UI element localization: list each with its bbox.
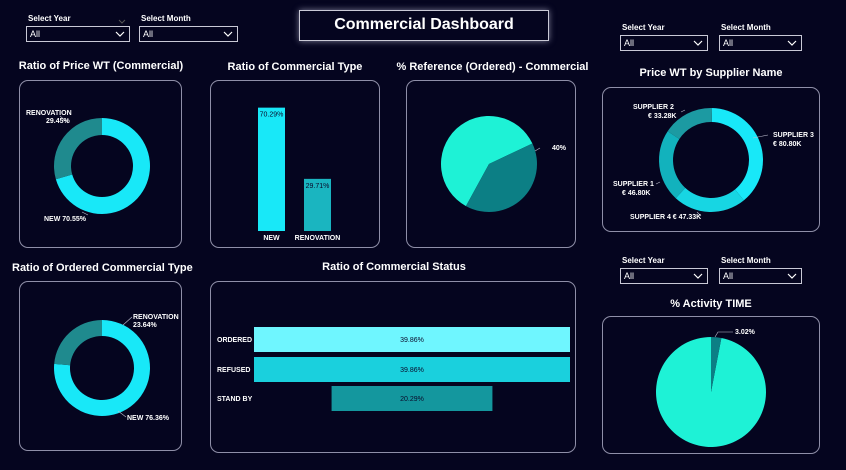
price-ratio-card: RENOVATION 29.45% NEW 70.55%: [19, 80, 182, 248]
chart-title: Ratio of Price WT (Commercial): [18, 60, 184, 72]
supplier-value-label: € 80.80K: [773, 141, 801, 148]
year-filter-label: Select Year: [622, 256, 665, 265]
supplier-value-label: € 33.28K: [648, 113, 676, 120]
activity-time-pie-chart: 3.02%: [656, 329, 766, 447]
ordered-type-card: RENOVATION 23.64% NEW 76.36%: [19, 281, 182, 451]
bar-value-label: 20.29%: [400, 396, 424, 403]
supplier-name-label: SUPPLIER 2: [633, 104, 674, 111]
leader-line: [714, 331, 733, 338]
commercial-type-bar-chart: 70.29% NEW 29.71% RENOVATION: [258, 107, 341, 242]
supplier-name-label: SUPPLIER 3: [773, 132, 814, 139]
supplier-price-card: SUPPLIER 3 € 80.80K SUPPLIER 4 € 47.33K SUP…: [602, 87, 820, 232]
chevron-down-icon: [787, 40, 797, 46]
category-label: STAND BY: [217, 396, 253, 403]
slice-label: RENOVATION: [26, 110, 72, 117]
month-select-value: All: [723, 38, 734, 48]
category-label: REFUSED: [217, 367, 250, 374]
chevron-down-icon: [118, 12, 126, 24]
year-filter-label: Select Year: [28, 14, 71, 23]
slice-label: NEW 76.36%: [127, 415, 170, 422]
chart-title: Ratio of Commercial Status: [322, 261, 466, 273]
bar-value-label: 39.86%: [400, 337, 424, 344]
leader-line: [117, 410, 127, 418]
month-filter-label: Select Month: [141, 14, 191, 23]
commercial-status-card: 39.86% ORDERED 39.86% REFUSED 20.29% STAND BY: [210, 281, 576, 453]
chevron-down-icon: [787, 273, 797, 279]
leader-line: [655, 181, 661, 185]
supplier-price-donut-chart: SUPPLIER 3 € 80.80K SUPPLIER 4 € 47.33K SUP…: [613, 104, 814, 221]
commercial-status-bar-chart: 39.86% ORDERED 39.86% REFUSED 20.29% STAND BY: [217, 327, 570, 411]
leader-line: [81, 211, 89, 216]
bar-value-label: 39.86%: [400, 367, 424, 374]
chevron-down-icon: [115, 31, 125, 37]
pie-slice: [54, 320, 102, 366]
supplier-value-label: € 46.80K: [622, 190, 650, 197]
leader-line: [122, 316, 133, 326]
supplier-name-label: SUPPLIER 1: [613, 181, 654, 188]
pie-slice: [711, 108, 763, 201]
slice-value: 29.45%: [46, 118, 71, 125]
ordered-type-donut-chart: RENOVATION23.64% NEW 76.36%: [54, 314, 179, 422]
commercial-type-card: 70.29% NEW 29.71% RENOVATION: [210, 80, 380, 248]
slice-label: RENOVATION: [133, 314, 179, 321]
month-select-value: All: [143, 29, 154, 39]
activity-time-card: 3.02%: [602, 316, 820, 454]
pie-slice: [659, 131, 686, 199]
year-select[interactable]: All: [620, 35, 708, 51]
year-filter-label: Select Year: [622, 23, 665, 32]
month-select[interactable]: All: [719, 268, 802, 284]
leader-line: [534, 147, 541, 152]
slice-value: 23.64%: [133, 322, 158, 329]
year-select-value: All: [30, 29, 41, 39]
category-label: NEW: [263, 235, 280, 242]
year-select-value: All: [624, 271, 635, 281]
reference-ordered-pie-chart: 40%: [441, 116, 567, 212]
chart-title: Ratio of Ordered Commercial Type: [12, 262, 193, 274]
month-filter-label: Select Month: [721, 23, 771, 32]
year-select[interactable]: All: [620, 268, 708, 284]
chart-title: % Activity TIME: [670, 298, 752, 310]
dashboard-title: Commercial Dashboard: [299, 10, 549, 41]
pie-slice: [675, 187, 744, 212]
chevron-down-icon: [693, 40, 703, 46]
chevron-down-icon: [223, 31, 233, 37]
chart-title: Ratio of Commercial Type: [227, 61, 363, 73]
leader-line: [680, 109, 686, 113]
year-select[interactable]: All: [26, 26, 130, 42]
month-filter-label: Select Month: [721, 256, 771, 265]
chart-title: % Reference (Ordered) - Commercial: [396, 61, 589, 73]
category-label: RENOVATION: [295, 235, 341, 242]
chevron-down-icon: [693, 273, 703, 279]
supplier-label: SUPPLIER 4 € 47.33K: [630, 214, 701, 221]
bar-value-label: 29.71%: [306, 183, 330, 190]
slice-value: 40%: [552, 145, 567, 152]
chart-title: Price WT by Supplier Name: [639, 67, 783, 79]
category-label: ORDERED: [217, 337, 252, 344]
month-select-value: All: [723, 271, 734, 281]
slice-label: NEW 70.55%: [44, 216, 87, 223]
year-select-value: All: [624, 38, 635, 48]
pie-slice: [54, 118, 102, 180]
bar: [258, 107, 285, 231]
month-select[interactable]: All: [139, 26, 238, 42]
slice-value: 3.02%: [735, 329, 756, 336]
bar-value-label: 70.29%: [260, 112, 284, 119]
price-ratio-donut-chart: RENOVATION29.45% NEW 70.55%: [26, 110, 151, 223]
reference-ordered-card: 40%: [406, 80, 576, 248]
month-select[interactable]: All: [719, 35, 802, 51]
